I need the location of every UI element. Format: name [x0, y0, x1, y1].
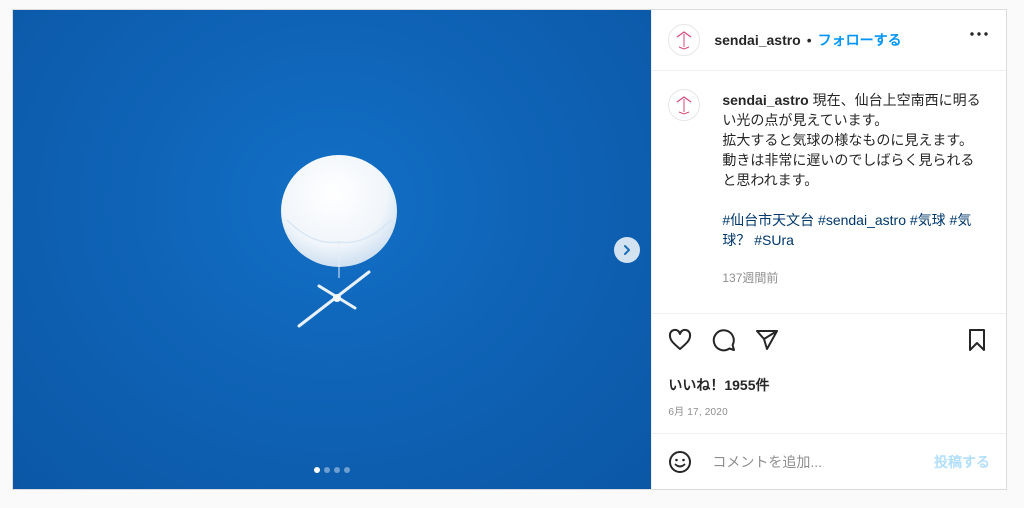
balloon-photo [281, 155, 397, 328]
heart-icon[interactable] [668, 328, 692, 352]
time-ago: 137週間前 [722, 271, 779, 285]
caption-text: sendai_astro 現在、仙台上空南西に明るい光の点が見えています。 拡大… [722, 90, 982, 250]
carousel-dot [334, 467, 341, 473]
post-header: sendai_astro • フォローする [652, 10, 1006, 71]
paper-plane-icon[interactable] [755, 328, 779, 352]
username-link[interactable]: sendai_astro [714, 32, 800, 48]
post-date: 6月 17, 2020 [668, 407, 728, 418]
comment-form: 投稿する [652, 433, 1006, 489]
caption-avatar[interactable] [668, 89, 701, 121]
caption-section: sendai_astro 現在、仙台上空南西に明るい光の点が見えています。 拡大… [652, 71, 1006, 314]
avatar[interactable] [668, 24, 701, 56]
post-comment-button[interactable]: 投稿する [934, 452, 990, 472]
carousel-dot [314, 467, 321, 473]
carousel-indicator [13, 467, 651, 473]
logo-icon [677, 31, 692, 50]
caption-username[interactable]: sendai_astro [722, 92, 808, 108]
post-image[interactable] [13, 10, 652, 489]
smiley-icon[interactable] [668, 450, 692, 474]
post-container: sendai_astro • フォローする sendai_astro 現在、仙台… [12, 9, 1007, 490]
hashtag-links[interactable]: #仙台市天文台 #sendai_astro #気球 #気球？ #SUra [722, 212, 971, 248]
like-count[interactable]: いいね！1955件 [668, 375, 769, 395]
comment-input[interactable] [710, 452, 934, 471]
comment-icon[interactable] [712, 328, 736, 352]
logo-icon [677, 96, 692, 115]
bookmark-icon[interactable] [966, 328, 988, 352]
chevron-right-icon [624, 245, 630, 255]
carousel-dot [324, 467, 331, 473]
post-sidebar: sendai_astro • フォローする sendai_astro 現在、仙台… [651, 10, 1006, 489]
separator-dot: • [806, 32, 812, 48]
next-slide-button[interactable] [614, 237, 640, 263]
action-bar [652, 314, 1006, 368]
follow-button[interactable]: フォローする [818, 30, 902, 50]
more-horizontal-icon[interactable] [970, 32, 988, 36]
carousel-dot [344, 467, 351, 473]
